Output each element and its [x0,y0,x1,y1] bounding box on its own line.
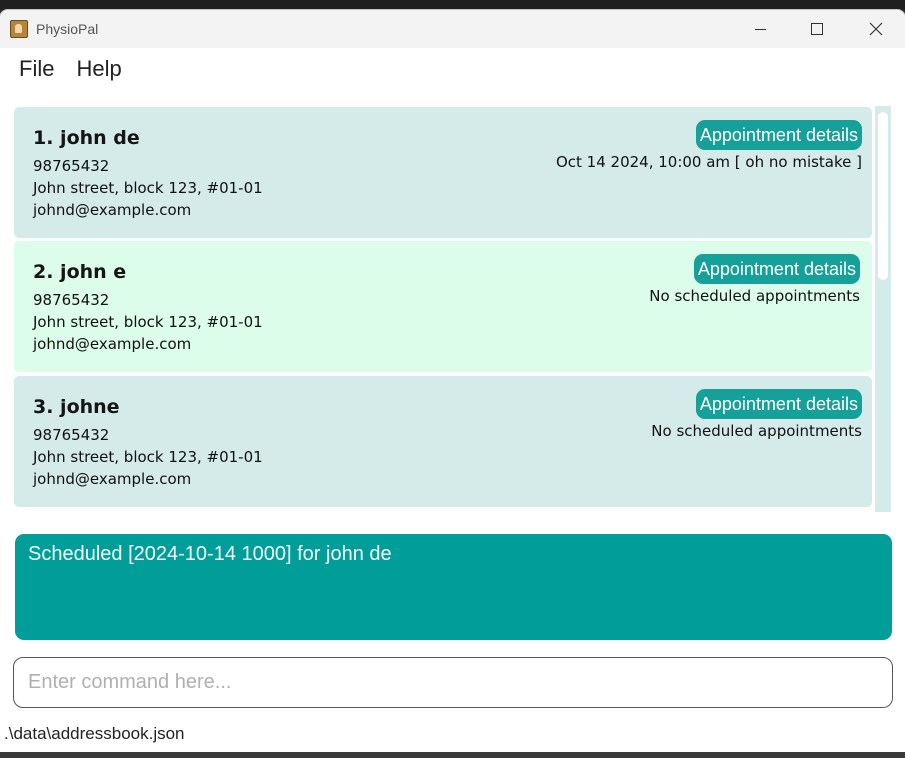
person-email: johnd@example.com [33,470,192,488]
status-bar: .\data\addressbook.json [4,724,185,744]
title-bar: PhysioPal [0,10,905,48]
result-display: Scheduled [2024-10-14 1000] for john de [15,534,892,640]
maximize-button[interactable] [788,10,846,48]
app-window: PhysioPal File Help 1. john de 98765432 … [0,10,905,752]
person-address: John street, block 123, #01-01 [33,179,263,197]
command-input[interactable] [13,657,893,708]
minimize-icon [754,28,766,30]
menu-help[interactable]: Help [76,56,121,82]
list-scrollbar[interactable] [875,106,891,512]
window-title: PhysioPal [36,21,99,37]
close-icon [869,22,883,36]
person-phone: 98765432 [33,291,110,309]
person-address: John street, block 123, #01-01 [33,313,263,331]
scrollbar-thumb[interactable] [878,112,888,280]
address-book-icon [10,20,28,38]
person-card-2[interactable]: 2. john e 98765432 John street, block 12… [14,241,872,372]
result-message: Scheduled [2024-10-14 1000] for john de [28,543,392,565]
person-phone: 98765432 [33,157,110,175]
background-taskbar-bottom [0,752,905,758]
menu-bar: File Help [0,48,905,90]
background-taskbar [0,0,905,10]
person-list[interactable]: 1. john de 98765432 John street, block 1… [0,106,905,512]
minimize-button[interactable] [731,10,789,48]
person-email: johnd@example.com [33,201,192,219]
appointment-text: Oct 14 2024, 10:00 am [ oh no mistake ] [555,153,862,171]
person-card-1[interactable]: 1. john de 98765432 John street, block 1… [14,107,872,238]
appointment-details-button[interactable]: Appointment details [695,389,862,419]
person-card-3[interactable]: 3. johne 98765432 John street, block 123… [14,376,872,507]
person-email: johnd@example.com [33,335,192,353]
menu-file[interactable]: File [19,56,54,82]
appointment-details-button[interactable]: Appointment details [695,120,862,150]
person-name: 3. johne [33,396,120,418]
close-button[interactable] [847,10,905,48]
maximize-icon [811,23,823,35]
data-file-path: .\data\addressbook.json [4,724,185,743]
appointment-text: No scheduled appointments [649,287,860,305]
appointment-details-button[interactable]: Appointment details [693,254,860,284]
person-name: 2. john e [33,261,127,283]
person-name: 1. john de [33,127,140,149]
person-address: John street, block 123, #01-01 [33,448,263,466]
appointment-text: No scheduled appointments [651,422,862,440]
person-phone: 98765432 [33,426,110,444]
